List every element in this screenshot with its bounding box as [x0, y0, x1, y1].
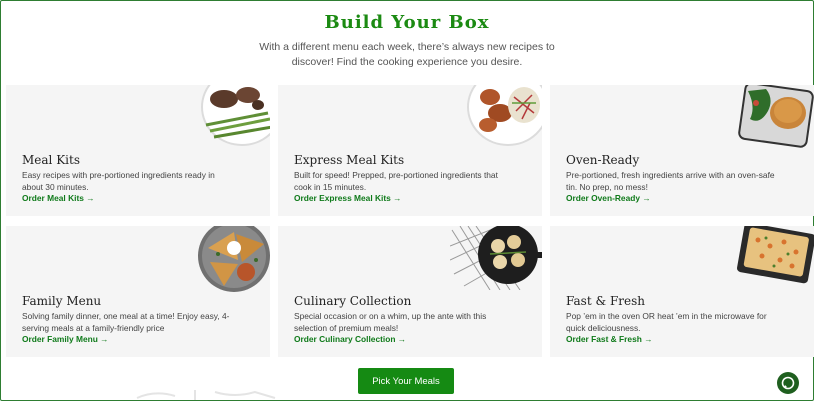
order-culinary-collection-link[interactable]: Order Culinary Collection → — [294, 334, 406, 344]
order-express-meal-kits-link[interactable]: Order Express Meal Kits → — [294, 193, 402, 203]
card-meal-kits[interactable]: Meal Kits Easy recipes with pre-portione… — [6, 85, 270, 216]
card-title: Oven-Ready — [566, 153, 640, 167]
card-title: Meal Kits — [22, 153, 80, 167]
card-title: Culinary Collection — [294, 294, 412, 308]
card-fast-and-fresh[interactable]: Fast & Fresh Pop ’em in the oven OR heat… — [550, 226, 814, 357]
card-description: Easy recipes with pre-portioned ingredie… — [22, 170, 215, 192]
order-fast-and-fresh-link[interactable]: Order Fast & Fresh → — [566, 334, 653, 344]
card-culinary-collection[interactable]: Culinary Collection Special occasion or … — [278, 226, 542, 357]
card-oven-ready[interactable]: Oven-Ready Pre-portioned, fresh ingredie… — [550, 85, 814, 216]
card-description: Solving family dinner, one meal at a tim… — [22, 311, 230, 333]
order-family-menu-link[interactable]: Order Family Menu → — [22, 334, 109, 344]
card-title: Express Meal Kits — [294, 153, 405, 167]
background-sketch-decoration — [136, 390, 276, 400]
order-meal-kits-link[interactable]: Order Meal Kits → — [22, 193, 95, 203]
quesadilla-pan-icon — [198, 226, 270, 292]
card-description: Pre-portioned, fresh ingredients arrive … — [566, 170, 775, 192]
pick-your-meals-button[interactable]: Pick Your Meals — [358, 368, 454, 394]
chat-button[interactable] — [777, 372, 799, 394]
page-subtitle: With a different menu each week, there’s… — [259, 41, 555, 68]
chicken-plate-icon — [467, 85, 542, 146]
card-title: Fast & Fresh — [566, 294, 646, 308]
chat-bubble-icon — [781, 376, 795, 390]
card-express-meal-kits[interactable]: Express Meal Kits Built for speed! Prepp… — [278, 85, 542, 216]
pasta-tray-icon — [737, 226, 814, 284]
card-description: Built for speed! Prepped, pre-portioned … — [294, 170, 498, 192]
steak-plate-icon — [201, 85, 270, 146]
card-description: Pop ’em in the oven OR heat ’em in the m… — [566, 311, 767, 333]
order-oven-ready-link[interactable]: Order Oven-Ready → — [566, 193, 651, 203]
card-family-menu[interactable]: Family Menu Solving family dinner, one m… — [6, 226, 270, 357]
page-title: Build Your Box — [324, 12, 490, 33]
oven-tray-icon — [738, 85, 814, 148]
card-description: Special occasion or on a whim, up the an… — [294, 311, 487, 333]
scallops-skillet-icon — [450, 226, 542, 290]
card-title: Family Menu — [22, 294, 102, 308]
